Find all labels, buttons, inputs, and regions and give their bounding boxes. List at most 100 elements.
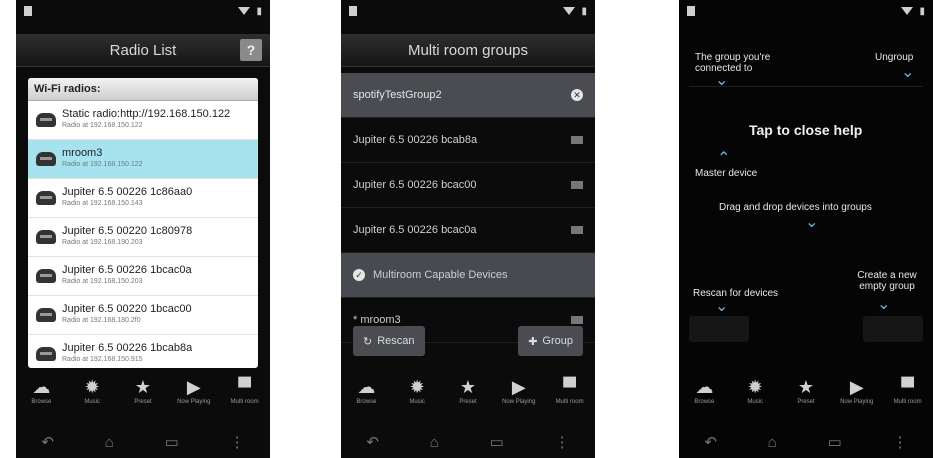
system-nav-bar: ↶ ⌂ ▭ ⋮ <box>679 426 933 458</box>
nav-music[interactable]: ✹ Music <box>68 376 116 406</box>
capable-devices-header[interactable]: ✓ Multiroom Capable Devices <box>341 253 595 298</box>
nav-label: Music <box>747 399 764 405</box>
radio-icon <box>36 308 56 322</box>
nav-browse[interactable]: ☁ Browse <box>680 376 728 406</box>
radio-icon <box>36 230 56 244</box>
phone-help-overlay[interactable]: ▮ The group you're connected to ⌄ Ungrou… <box>679 0 933 458</box>
preset-icon: ★ <box>797 377 815 397</box>
drag-handle-icon[interactable] <box>571 316 583 324</box>
status-bar: ▮ <box>341 0 595 22</box>
drag-handle-icon[interactable] <box>571 226 583 234</box>
nav-multi-room[interactable]: ▀ Multi room <box>221 376 269 406</box>
notification-icon <box>349 6 357 16</box>
nav-browse[interactable]: ☁ Browse <box>17 376 65 406</box>
device-name: Jupiter 6.5 00226 bcab8a <box>353 134 478 146</box>
nav-preset[interactable]: ★ Preset <box>119 376 167 406</box>
radio-icon <box>36 269 56 283</box>
radio-item[interactable]: Jupiter 6.5 00220 1c80978 Radio at 192.16… <box>28 218 258 257</box>
radio-icon <box>36 113 56 127</box>
radio-address: Radio at 192.168.150.203 <box>62 278 143 285</box>
radio-item[interactable]: Jupiter 6.5 00226 1bcab8a Radio at 192.16… <box>28 335 258 368</box>
radio-item-selected[interactable]: mroom3 Radio at 192.168.150.122 <box>28 140 258 179</box>
capable-label: Multiroom Capable Devices <box>373 269 508 281</box>
help-close-text[interactable]: Tap to close help <box>749 122 862 138</box>
radio-name: Jupiter 6.5 00226 1bcac0a <box>62 264 192 276</box>
nav-now-playing[interactable]: ▶ Now Playing <box>170 376 218 406</box>
arrow-down-icon: ⌄ <box>715 72 729 89</box>
back-icon[interactable]: ↶ <box>366 433 379 451</box>
help-rescan-text: Rescan for devices <box>693 288 779 299</box>
nav-label: Now Playing <box>177 399 211 405</box>
menu-icon[interactable]: ⋮ <box>893 433 908 451</box>
nav-browse[interactable]: ☁ Browse <box>342 376 390 406</box>
device-name: Jupiter 6.5 00226 bcac0a <box>353 224 477 236</box>
arrow-down-icon: ⌄ <box>877 296 891 313</box>
radio-name: Jupiter 6.5 00220 1c80978 <box>62 225 193 237</box>
recents-icon[interactable]: ▭ <box>490 433 504 451</box>
help-button[interactable]: ? <box>240 39 262 61</box>
radio-address: Radio at 192.168.150.915 <box>62 356 143 363</box>
rescan-label: Rescan <box>377 335 415 347</box>
group-button[interactable]: ✚ Group <box>518 326 583 356</box>
help-create-text: Create a new empty group <box>857 270 917 292</box>
rescan-button[interactable]: ↻ Rescan <box>353 326 425 356</box>
device-name: Jupiter 6.5 00226 bcac00 <box>353 179 477 191</box>
radio-address: Radio at 192.168.150.122 <box>62 161 143 168</box>
drag-handle-icon[interactable] <box>571 136 583 144</box>
wifi-icon <box>238 7 251 15</box>
nav-preset[interactable]: ★ Preset <box>782 376 830 406</box>
nav-label: Multi room <box>893 399 922 405</box>
back-icon[interactable]: ↶ <box>704 433 717 451</box>
phone-multi-room-groups: ▮ Multi room groups spotifyTestGroup2 ✕ … <box>341 0 595 458</box>
multi-room-icon: ▀ <box>563 377 576 397</box>
nav-multi-room[interactable]: ▀ Multi room <box>546 376 594 406</box>
menu-icon[interactable]: ⋮ <box>555 433 570 451</box>
nav-label: Browse <box>356 399 377 405</box>
home-icon[interactable]: ⌂ <box>430 434 439 451</box>
radio-icon <box>36 347 56 361</box>
help-group-text: The group you're connected to <box>695 52 771 74</box>
nav-now-playing[interactable]: ▶ Now Playing <box>833 376 881 406</box>
nav-label: Preset <box>797 399 815 405</box>
device-row[interactable]: Jupiter 6.5 00226 bcab8a <box>341 118 595 163</box>
preset-icon: ★ <box>459 377 477 397</box>
group-header-row[interactable]: spotifyTestGroup2 ✕ <box>341 73 595 118</box>
bottom-nav: ☁ Browse ✹ Music ★ Preset ▶ Now Playing ▀ Mul… <box>16 370 270 426</box>
music-icon: ✹ <box>84 377 100 397</box>
nav-now-playing[interactable]: ▶ Now Playing <box>495 376 543 406</box>
now-playing-icon: ▶ <box>186 377 201 397</box>
nav-label: Preset <box>134 399 152 405</box>
nav-preset[interactable]: ★ Preset <box>444 376 492 406</box>
page-title: Multi room groups <box>407 41 529 59</box>
recents-icon[interactable]: ▭ <box>828 433 842 451</box>
recents-icon[interactable]: ▭ <box>165 433 179 451</box>
multi-room-icon: ▀ <box>901 377 914 397</box>
home-icon[interactable]: ⌂ <box>768 434 777 451</box>
nav-music[interactable]: ✹ Music <box>393 376 441 406</box>
system-nav-bar: ↶ ⌂ ▭ ⋮ <box>341 426 595 458</box>
nav-music[interactable]: ✹ Music <box>731 376 779 406</box>
check-icon: ✓ <box>353 269 365 281</box>
arrow-down-icon: ⌄ <box>901 64 915 81</box>
system-nav-bar: ↶ ⌂ ▭ ⋮ <box>16 426 270 458</box>
device-row[interactable]: Jupiter 6.5 00226 bcac0a <box>341 208 595 253</box>
nav-label: Browse <box>31 399 52 405</box>
music-icon: ✹ <box>409 377 425 397</box>
radio-item[interactable]: Jupiter 6.5 00226 1bcac0a Radio at 192.16… <box>28 257 258 296</box>
ungroup-icon[interactable]: ✕ <box>571 89 583 101</box>
radio-item[interactable]: Jupiter 6.5 00226 1c86aa0 Radio at 192.16… <box>28 179 258 218</box>
group-label: Group <box>542 335 573 347</box>
home-icon[interactable]: ⌂ <box>105 434 114 451</box>
menu-icon[interactable]: ⋮ <box>230 433 245 451</box>
arrow-up-icon: ⌃ <box>717 150 731 167</box>
status-bar: ▮ <box>16 0 270 22</box>
back-icon[interactable]: ↶ <box>41 433 54 451</box>
list-header: Wi-Fi radios: <box>28 78 258 101</box>
nav-multi-room[interactable]: ▀ Multi room <box>884 376 932 406</box>
radio-icon <box>36 191 56 205</box>
radio-item[interactable]: Static radio:http://192.168.150.122 Radio… <box>28 101 258 140</box>
radio-item[interactable]: Jupiter 6.5 00220 1bcac00 Radio at 192.16… <box>28 296 258 335</box>
device-row[interactable]: Jupiter 6.5 00226 bcac00 <box>341 163 595 208</box>
drag-handle-icon[interactable] <box>571 181 583 189</box>
nav-label: Browse <box>694 399 715 405</box>
